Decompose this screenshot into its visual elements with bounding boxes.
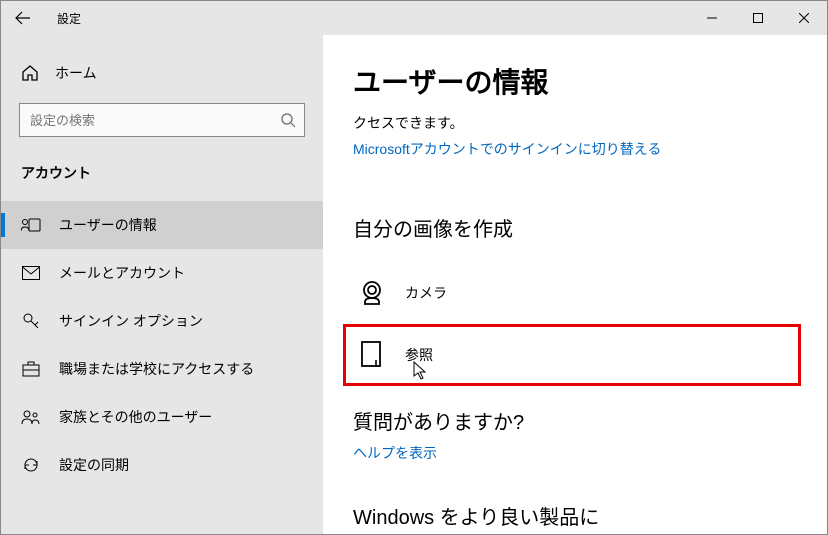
- search-input-container[interactable]: [19, 103, 305, 137]
- sub-text: クセスできます。: [353, 113, 797, 133]
- sidebar-item-your-info[interactable]: ユーザーの情報: [1, 201, 323, 249]
- sidebar-section-header: アカウント: [1, 157, 323, 201]
- main-content: ユーザーの情報 クセスできます。 Microsoftアカウントでのサインインに切…: [323, 35, 827, 534]
- camera-option[interactable]: カメラ: [353, 262, 797, 324]
- sidebar-item-email[interactable]: メールとアカウント: [1, 249, 323, 297]
- help-link[interactable]: ヘルプを表示: [353, 443, 797, 463]
- people-icon: [21, 409, 41, 425]
- search-input[interactable]: [30, 113, 294, 128]
- window-title: 設定: [57, 10, 81, 27]
- camera-icon: [353, 278, 391, 308]
- create-picture-title: 自分の画像を作成: [353, 213, 797, 242]
- sidebar: ホーム アカウント ユーザーの情報 メールとアカウント サインイン オプション: [1, 35, 323, 534]
- home-icon: [21, 64, 39, 82]
- sidebar-item-work-school[interactable]: 職場または学校にアクセスする: [1, 345, 323, 393]
- sidebar-item-label: ユーザーの情報: [59, 215, 157, 235]
- file-icon: [353, 340, 391, 370]
- close-icon: [799, 13, 809, 23]
- switch-account-link[interactable]: Microsoftアカウントでのサインインに切り替える: [353, 139, 797, 159]
- key-icon: [21, 312, 41, 330]
- sidebar-item-label: 職場または学校にアクセスする: [59, 359, 254, 379]
- sidebar-item-label: サインイン オプション: [59, 311, 203, 331]
- sidebar-item-label: 家族とその他のユーザー: [59, 407, 212, 427]
- browse-label: 参照: [405, 345, 433, 365]
- sidebar-item-label: メールとアカウント: [59, 263, 185, 283]
- sidebar-item-label: 設定の同期: [59, 455, 129, 475]
- maximize-button[interactable]: [735, 1, 781, 35]
- search-icon: [280, 112, 296, 128]
- page-heading: ユーザーの情報: [353, 61, 797, 101]
- question-title: 質問がありますか?: [353, 406, 797, 435]
- camera-label: カメラ: [405, 283, 447, 303]
- minimize-icon: [707, 13, 717, 23]
- improve-title: Windows をより良い製品に: [353, 501, 797, 530]
- minimize-button[interactable]: [689, 1, 735, 35]
- close-button[interactable]: [781, 1, 827, 35]
- home-nav[interactable]: ホーム: [1, 57, 323, 89]
- browse-option[interactable]: 参照: [343, 324, 801, 386]
- person-badge-icon: [21, 217, 41, 233]
- back-arrow-icon: [15, 10, 31, 26]
- mail-icon: [21, 266, 41, 280]
- sidebar-item-family[interactable]: 家族とその他のユーザー: [1, 393, 323, 441]
- sidebar-item-sync[interactable]: 設定の同期: [1, 441, 323, 489]
- back-button[interactable]: [1, 1, 45, 35]
- briefcase-icon: [21, 361, 41, 377]
- home-label: ホーム: [55, 63, 97, 83]
- sync-icon: [21, 456, 41, 474]
- maximize-icon: [753, 13, 763, 23]
- sidebar-item-signin-options[interactable]: サインイン オプション: [1, 297, 323, 345]
